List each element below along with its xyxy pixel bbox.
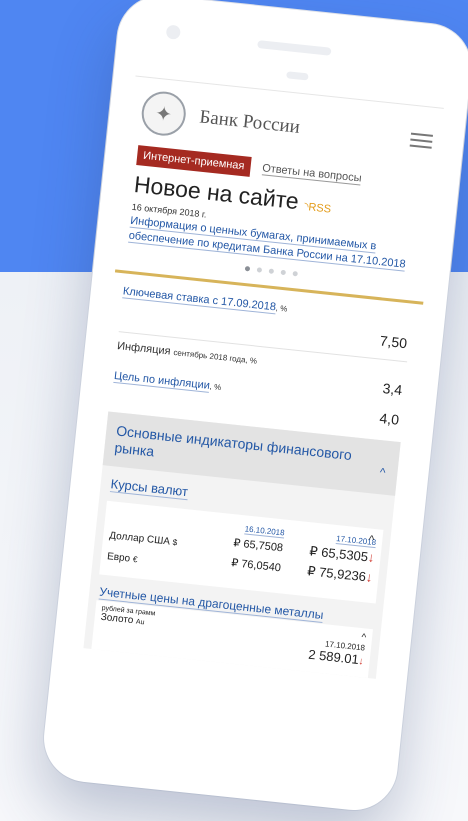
proximity-sensor bbox=[286, 71, 309, 81]
phone-screen: ✦ Банк России Интернет-приемная Ответы н… bbox=[68, 75, 444, 746]
gold-name: Золото bbox=[100, 611, 134, 627]
camera-icon bbox=[165, 24, 181, 40]
carousel-dot[interactable] bbox=[244, 265, 250, 272]
carousel-dot[interactable] bbox=[256, 267, 262, 273]
rates-column-1: 16.10.2018 ₽ 65,7508 ₽ 76,0540 bbox=[200, 519, 286, 585]
currency-names: Доллар США $ Евро € bbox=[106, 509, 206, 577]
chevron-up-icon[interactable]: ^ bbox=[379, 464, 386, 481]
carousel-dot[interactable] bbox=[280, 269, 286, 276]
chevron-up-icon[interactable]: ^ bbox=[361, 632, 367, 643]
down-arrow-icon: ↓ bbox=[367, 549, 376, 566]
rates-column-2: 17.10.2018 ₽ 65,5305↓ ₽ 75,9236↓ bbox=[279, 528, 377, 595]
bank-name[interactable]: Банк России bbox=[198, 106, 411, 150]
indicators-panel: Основные индикаторы финансового рынка ^ … bbox=[83, 411, 401, 679]
speaker-grille bbox=[257, 40, 332, 56]
hamburger-menu-icon[interactable] bbox=[409, 129, 433, 153]
carousel-dot[interactable] bbox=[268, 268, 274, 274]
eagle-emblem-icon[interactable]: ✦ bbox=[139, 89, 188, 138]
rss-icon[interactable]: ◝RSS bbox=[304, 201, 332, 216]
down-arrow-icon: ↓ bbox=[365, 569, 374, 585]
carousel-dot[interactable] bbox=[291, 270, 298, 277]
